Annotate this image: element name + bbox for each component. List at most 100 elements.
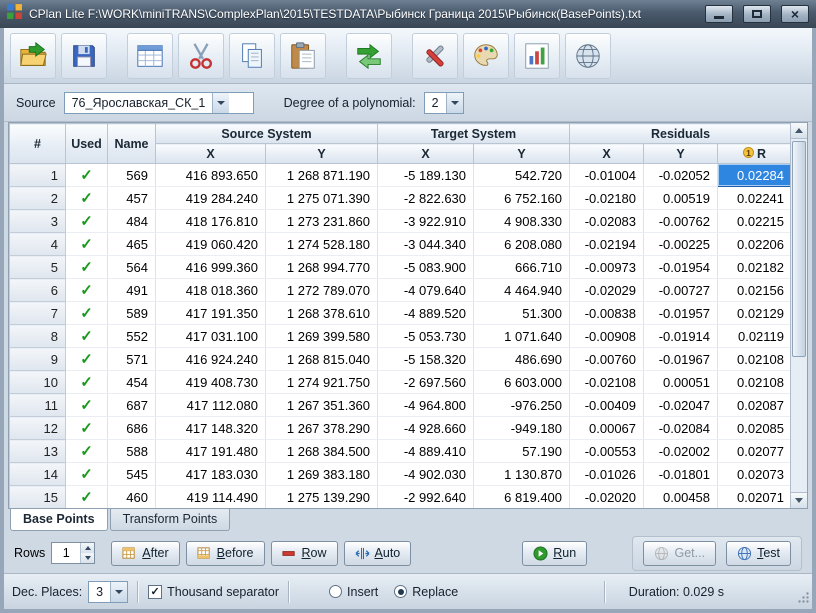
header-source-x[interactable]: X (156, 144, 266, 164)
table-row[interactable]: 14 ✓ 545 417 183.030 1 269 383.180 -4 90… (10, 463, 792, 486)
target-x-cell[interactable]: -2 992.640 (378, 486, 474, 509)
name-cell[interactable]: 552 (108, 325, 156, 348)
source-y-cell[interactable]: 1 268 384.500 (266, 440, 378, 463)
source-x-cell[interactable]: 417 148.320 (156, 417, 266, 440)
source-x-cell[interactable]: 416 999.360 (156, 256, 266, 279)
source-y-cell[interactable]: 1 267 351.360 (266, 394, 378, 417)
header-residual-y[interactable]: Y (644, 144, 718, 164)
residual-r-cell[interactable]: 0.02108 (718, 348, 792, 371)
residual-y-cell[interactable]: -0.02084 (644, 417, 718, 440)
scrollbar-thumb[interactable] (792, 141, 806, 357)
row-number-cell[interactable]: 6 (10, 279, 66, 302)
table-row[interactable]: 3 ✓ 484 418 176.810 1 273 231.860 -3 922… (10, 210, 792, 233)
source-y-cell[interactable]: 1 274 921.750 (266, 371, 378, 394)
source-y-cell[interactable]: 1 273 231.860 (266, 210, 378, 233)
target-x-cell[interactable]: -5 189.130 (378, 164, 474, 187)
target-y-cell[interactable]: 486.690 (474, 348, 570, 371)
row-number-cell[interactable]: 13 (10, 440, 66, 463)
used-checkmark-cell[interactable]: ✓ (66, 302, 108, 325)
insert-before-button[interactable]: Before (186, 541, 265, 566)
residual-x-cell[interactable]: -0.00409 (570, 394, 644, 417)
residual-y-cell[interactable]: -0.02002 (644, 440, 718, 463)
name-cell[interactable]: 474 (108, 509, 156, 510)
row-number-cell[interactable]: 8 (10, 325, 66, 348)
header-target-x[interactable]: X (378, 144, 474, 164)
target-y-cell[interactable]: 1 071.640 (474, 325, 570, 348)
dec-places-select[interactable]: 3 (88, 581, 128, 603)
row-number-cell[interactable]: 1 (10, 164, 66, 187)
residual-r-cell[interactable]: 0.02071 (718, 486, 792, 509)
target-y-cell[interactable]: 1 130.870 (474, 463, 570, 486)
resize-grip[interactable] (797, 591, 810, 607)
name-cell[interactable]: 589 (108, 302, 156, 325)
minimize-button[interactable] (705, 5, 733, 23)
report-button[interactable] (514, 33, 560, 79)
row-number-cell[interactable]: 12 (10, 417, 66, 440)
degree-select[interactable]: 2 (424, 92, 464, 114)
row-number-cell[interactable]: 7 (10, 302, 66, 325)
target-x-cell[interactable]: -4 889.410 (378, 440, 474, 463)
source-x-cell[interactable]: 419 284.240 (156, 187, 266, 210)
residual-y-cell[interactable]: -0.01834 (644, 509, 718, 510)
residual-r-cell[interactable]: 0.02129 (718, 302, 792, 325)
table-row[interactable]: 6 ✓ 491 418 018.360 1 272 789.070 -4 079… (10, 279, 792, 302)
used-checkmark-cell[interactable]: ✓ (66, 256, 108, 279)
source-x-cell[interactable]: 417 191.480 (156, 440, 266, 463)
degree-select-arrow[interactable] (446, 93, 463, 113)
used-checkmark-cell[interactable]: ✓ (66, 440, 108, 463)
header-residual-x[interactable]: X (570, 144, 644, 164)
source-y-cell[interactable]: 1 268 378.610 (266, 302, 378, 325)
source-y-cell[interactable]: 1 275 071.390 (266, 187, 378, 210)
residual-r-cell[interactable]: 0.02215 (718, 210, 792, 233)
residual-r-cell[interactable]: 0.02068 (718, 509, 792, 510)
name-cell[interactable]: 454 (108, 371, 156, 394)
copy-button[interactable] (229, 33, 275, 79)
target-y-cell[interactable]: 542.720 (474, 164, 570, 187)
source-y-cell[interactable]: 1 269 383.180 (266, 463, 378, 486)
residual-x-cell[interactable]: -0.02108 (570, 371, 644, 394)
source-x-cell[interactable]: 418 018.360 (156, 279, 266, 302)
source-y-cell[interactable]: 1 268 994.770 (266, 256, 378, 279)
name-cell[interactable]: 571 (108, 348, 156, 371)
target-x-cell[interactable]: -4 964.800 (378, 394, 474, 417)
used-checkmark-cell[interactable]: ✓ (66, 325, 108, 348)
used-checkmark-cell[interactable]: ✓ (66, 509, 108, 510)
source-x-cell[interactable]: 417 031.100 (156, 325, 266, 348)
used-checkmark-cell[interactable]: ✓ (66, 394, 108, 417)
target-x-cell[interactable]: -2 822.630 (378, 187, 474, 210)
name-cell[interactable]: 491 (108, 279, 156, 302)
target-y-cell[interactable]: 6 819.400 (474, 486, 570, 509)
residual-x-cell[interactable]: -0.00955 (570, 509, 644, 510)
row-number-cell[interactable]: 2 (10, 187, 66, 210)
residual-y-cell[interactable]: 0.00519 (644, 187, 718, 210)
residual-x-cell[interactable]: -0.00973 (570, 256, 644, 279)
target-x-cell[interactable]: -3 922.910 (378, 210, 474, 233)
source-x-cell[interactable]: 417 112.080 (156, 394, 266, 417)
name-cell[interactable]: 484 (108, 210, 156, 233)
source-x-cell[interactable]: 418 176.810 (156, 210, 266, 233)
residual-y-cell[interactable]: -0.01801 (644, 463, 718, 486)
header-row-number[interactable]: # (10, 124, 66, 164)
name-cell[interactable]: 465 (108, 233, 156, 256)
residual-x-cell[interactable]: -0.01026 (570, 463, 644, 486)
residual-x-cell[interactable]: -0.02083 (570, 210, 644, 233)
header-name[interactable]: Name (108, 124, 156, 164)
source-x-cell[interactable]: 416 924.240 (156, 348, 266, 371)
paste-button[interactable] (280, 33, 326, 79)
name-cell[interactable]: 457 (108, 187, 156, 210)
insert-radio[interactable] (329, 585, 342, 598)
target-x-cell[interactable]: -3 044.340 (378, 233, 474, 256)
residual-x-cell[interactable]: -0.02180 (570, 187, 644, 210)
residual-y-cell[interactable]: -0.01957 (644, 302, 718, 325)
target-y-cell[interactable]: 51.300 (474, 302, 570, 325)
residual-r-cell[interactable]: 0.02073 (718, 463, 792, 486)
target-x-cell[interactable]: -3 697.320 (378, 509, 474, 510)
target-y-cell[interactable]: -949.180 (474, 417, 570, 440)
residual-r-cell[interactable]: 0.02108 (718, 371, 792, 394)
cut-button[interactable] (178, 33, 224, 79)
test-button[interactable]: Test (726, 541, 791, 566)
source-x-cell[interactable]: 419 114.490 (156, 486, 266, 509)
source-x-cell[interactable]: 419 408.730 (156, 371, 266, 394)
get-button[interactable]: Get... (643, 541, 716, 566)
residual-y-cell[interactable]: -0.01967 (644, 348, 718, 371)
